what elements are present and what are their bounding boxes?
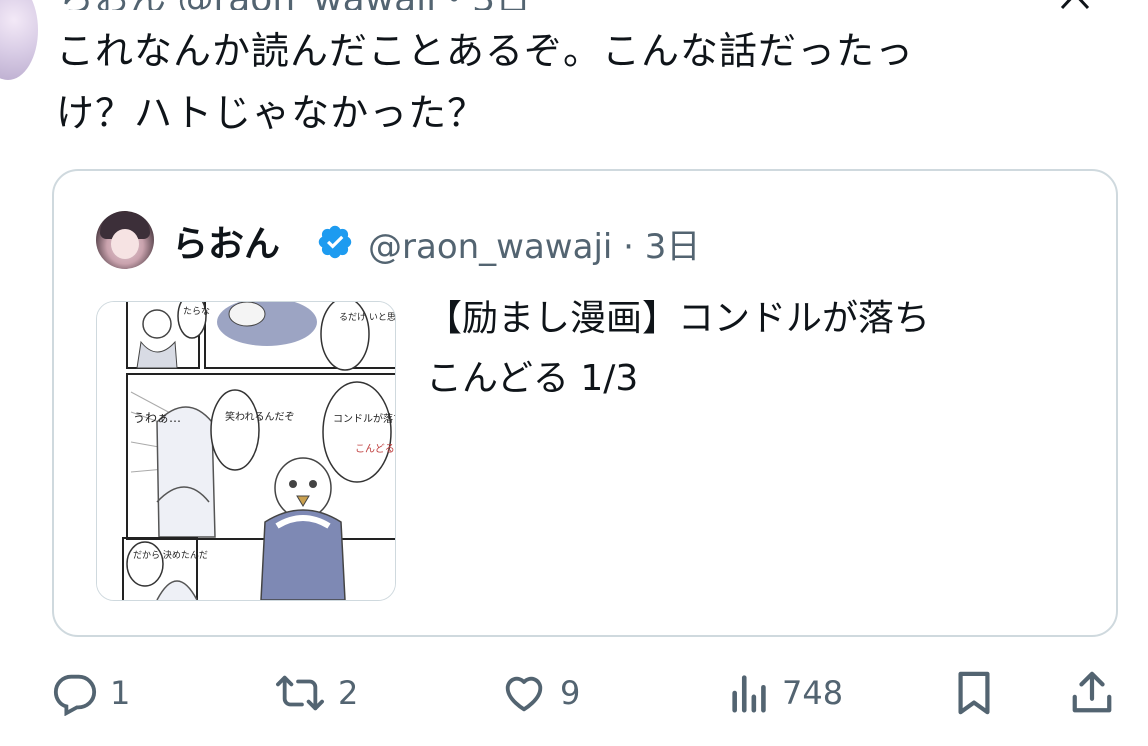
retweet-icon — [274, 670, 326, 716]
reply-icon — [52, 670, 98, 716]
share-icon — [1070, 670, 1114, 716]
retweet-button[interactable]: 2 — [274, 660, 358, 726]
quoted-author-avatar[interactable] — [96, 211, 154, 269]
like-button[interactable]: 9 — [500, 660, 580, 726]
reply-count: 1 — [110, 674, 131, 712]
quoted-tweet-text: 【励まし漫画】コンドルが落ち こんどる 1/3 — [426, 289, 1086, 409]
views-count: 748 — [782, 674, 844, 712]
manga-vertical-text: うわぁ… — [133, 411, 181, 425]
like-count: 9 — [560, 674, 581, 712]
share-button[interactable] — [1070, 660, 1114, 726]
reply-button[interactable]: 1 — [52, 660, 130, 726]
quoted-author-name[interactable]: らおん — [172, 215, 280, 267]
manga-bubble-text: 笑われるんだぞ — [225, 410, 295, 423]
quoted-handle-time[interactable]: @raon_wawaji · 3日 — [368, 219, 700, 268]
tweet-text-line: け？ハトじゃなかった？ — [56, 91, 487, 135]
manga-bubble-text: コンドルが落ちこんどるって — [333, 412, 395, 425]
views-button[interactable]: 748 — [730, 660, 843, 726]
manga-bubble-text: たらな — [183, 306, 210, 317]
bookmark-button[interactable] — [954, 660, 994, 726]
heart-icon — [500, 670, 548, 716]
manga-bubble-text: だから 決めたんだ — [133, 549, 208, 561]
tweet-text: これなんか読んだことあるぞ。こんな話だったっ け？ハトじゃなかった？ — [56, 20, 1086, 144]
manga-thumbnail[interactable]: るだけ いと思え たらな 笑われるんだぞ コンドルが落ちこんどるって こんどる … — [96, 301, 396, 601]
tweet-text-line: これなんか読んだことあるぞ。こんな話だったっ — [56, 29, 915, 73]
quoted-tweet-text-line: 【励まし漫画】コンドルが落ち — [426, 298, 931, 339]
verified-badge-icon — [316, 223, 354, 261]
close-icon[interactable] — [1058, 0, 1092, 14]
bookmark-icon — [954, 670, 994, 716]
manga-highlight-text: こんどる — [355, 443, 395, 455]
manga-bubble-text: るだけ いと思え — [339, 312, 395, 323]
tweet-header: らおん @raon_wawaji・3日 — [58, 0, 878, 10]
quoted-tweet-text-line: こんどる 1/3 — [426, 358, 639, 399]
tweet-header-text: らおん @raon_wawaji・3日 — [58, 0, 531, 10]
quoted-tweet-card[interactable]: らおん @raon_wawaji · 3日 るだけ いと思え たらな — [52, 169, 1118, 637]
tweet-action-bar: 1 2 9 748 — [0, 660, 1148, 730]
retweet-count: 2 — [338, 674, 359, 712]
author-avatar[interactable] — [0, 0, 38, 80]
views-bar-chart-icon — [730, 670, 770, 716]
